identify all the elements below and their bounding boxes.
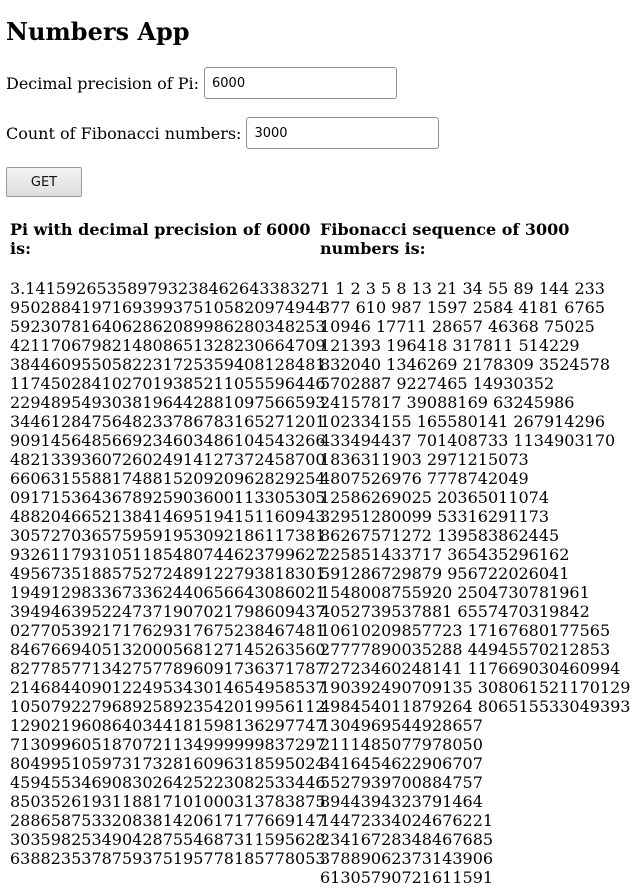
fibonacci-line: 1548008755920 2504730781961 xyxy=(320,583,590,602)
pi-digits-line: 4594553469083026425223082533446 xyxy=(10,773,326,792)
fibonacci-count-row: Count of Fibonacci numbers: xyxy=(6,117,440,149)
pi-digits-line: 3035982534904287554687311595628 xyxy=(10,830,326,849)
fibonacci-line: 8944394323791464 xyxy=(320,792,483,811)
pi-digits-line: 8503526193118817101000313783875 xyxy=(10,792,326,811)
fibonacci-line: 37889062373143906 xyxy=(320,849,494,868)
pi-digits-line: 3057270365759591953092186117381 xyxy=(10,526,326,545)
pi-digits-line: 1290219608640344181598136297747 xyxy=(10,716,326,735)
fibonacci-line: 5702887 9227465 14930352 xyxy=(320,374,555,393)
fibonacci-line: 1304969544928657 xyxy=(320,716,483,735)
fibonacci-line: 5527939700884757 xyxy=(320,773,483,792)
fibonacci-line: 3416454622906707 xyxy=(320,754,483,773)
pi-digits-line: 8467669405132000568127145263560 xyxy=(10,640,326,659)
pi-digits-line: 5923078164062862089986280348253 xyxy=(10,317,326,336)
fibonacci-result-column: Fibonacci sequence of 3000 numbers is: 1… xyxy=(320,220,634,887)
fibonacci-line: 102334155 165580141 267914296 xyxy=(320,412,606,431)
pi-precision-input[interactable] xyxy=(204,67,397,99)
pi-digits-line: 4211706798214808651328230664709 xyxy=(10,336,326,355)
fibonacci-line: 1 1 2 3 5 8 13 21 34 55 89 144 233 xyxy=(320,279,605,298)
fibonacci-line: 27777890035288 44945570212853 xyxy=(320,640,611,659)
fibonacci-sequence: 1 1 2 3 5 8 13 21 34 55 89 144 233 377 61… xyxy=(320,279,634,887)
fibonacci-line: 12586269025 20365011074 xyxy=(320,488,550,507)
fibonacci-line: 225851433717 365435296162 xyxy=(320,545,570,564)
pi-result-heading: Pi with decimal precision of 6000 is: xyxy=(10,220,311,258)
fibonacci-line: 2111485077978050 xyxy=(320,735,483,754)
pi-digits-line: 2294895493038196442881097566593 xyxy=(10,393,326,412)
fibonacci-line: 10946 17711 28657 46368 75025 xyxy=(320,317,595,336)
fibonacci-line: 14472334024676221 xyxy=(320,811,494,830)
fibonacci-line: 121393 196418 317811 514229 xyxy=(320,336,580,355)
pi-digits-line: 6388235378759375195778185778053 xyxy=(10,849,326,868)
fibonacci-line: 377 610 987 1597 2584 4181 6765 xyxy=(320,298,606,317)
fibonacci-line: 4052739537881 6557470319842 xyxy=(320,602,590,621)
pi-result-column: Pi with decimal precision of 6000 is: 3.… xyxy=(10,220,326,868)
pi-digits-line: 9502884197169399375105820974944 xyxy=(10,298,326,317)
fibonacci-line: 832040 1346269 2178309 3524578 xyxy=(320,355,611,374)
pi-digits-line: 6606315588174881520920962829254 xyxy=(10,469,326,488)
pi-digits-line: 2886587533208381420617177669147 xyxy=(10,811,326,830)
pi-digits-line: 7130996051870721134999999837297 xyxy=(10,735,326,754)
fibonacci-line: 433494437 701408733 1134903170 xyxy=(320,431,616,450)
pi-precision-label: Decimal precision of Pi: xyxy=(6,73,199,93)
fibonacci-line: 591286729879 956722026041 xyxy=(320,564,570,583)
pi-digits-line: 0277053921717629317675238467481 xyxy=(10,621,326,640)
pi-digits-line: 2146844090122495343014654958537 xyxy=(10,678,326,697)
pi-digits-line: 3949463952247371907021798609437 xyxy=(10,602,326,621)
pi-digits-line: 9326117931051185480744623799627 xyxy=(10,545,326,564)
fibonacci-line: 1836311903 2971215073 xyxy=(320,450,529,469)
fibonacci-line: 61305790721611591 xyxy=(320,868,494,887)
pi-digits-line: 8277857713427577896091736371787 xyxy=(10,659,326,678)
pi-digits-line: 1949129833673362440656643086021 xyxy=(10,583,326,602)
fibonacci-count-input[interactable] xyxy=(246,117,440,149)
pi-digits-line: 0917153643678925903600113305305 xyxy=(10,488,326,507)
pi-digits-line: 3844609550582231725359408128481 xyxy=(10,355,326,374)
pi-precision-row: Decimal precision of Pi: xyxy=(6,67,397,99)
pi-digits-line: 1174502841027019385211055596446 xyxy=(10,374,326,393)
pi-digits-line: 9091456485669234603486104543266 xyxy=(10,431,326,450)
fibonacci-line: 24157817 39088169 63245986 xyxy=(320,393,575,412)
fibonacci-line: 10610209857723 17167680177565 xyxy=(320,621,611,640)
pi-digits: 3.14159265358979323846264338327 950288419… xyxy=(10,279,326,868)
fibonacci-line: 498454011879264 806515533049393 xyxy=(320,697,631,716)
pi-digits-line: 4821339360726024914127372458700 xyxy=(10,450,326,469)
get-button[interactable]: GET xyxy=(6,167,82,197)
pi-digits-line: 8049951059731732816096318595024 xyxy=(10,754,326,773)
fibonacci-line: 72723460248141 117669030460994 xyxy=(320,659,621,678)
pi-digits-line: 3446128475648233786783165271201 xyxy=(10,412,326,431)
fibonacci-line: 4807526976 7778742049 xyxy=(320,469,529,488)
pi-digits-line: 3.14159265358979323846264338327 xyxy=(10,279,321,298)
fibonacci-line: 32951280099 53316291173 xyxy=(320,507,550,526)
page-title: Numbers App xyxy=(6,17,190,46)
fibonacci-line: 190392490709135 308061521170129 xyxy=(320,678,631,697)
pi-digits-line: 4956735188575272489122793818301 xyxy=(10,564,326,583)
fibonacci-count-label: Count of Fibonacci numbers: xyxy=(6,123,242,143)
fibonacci-result-heading: Fibonacci sequence of 3000 numbers is: xyxy=(320,220,570,258)
fibonacci-line: 23416728348467685 xyxy=(320,830,494,849)
pi-digits-line: 1050792279689258923542019956112 xyxy=(10,697,326,716)
fibonacci-line: 86267571272 139583862445 xyxy=(320,526,560,545)
pi-digits-line: 4882046652138414695194151160943 xyxy=(10,507,326,526)
